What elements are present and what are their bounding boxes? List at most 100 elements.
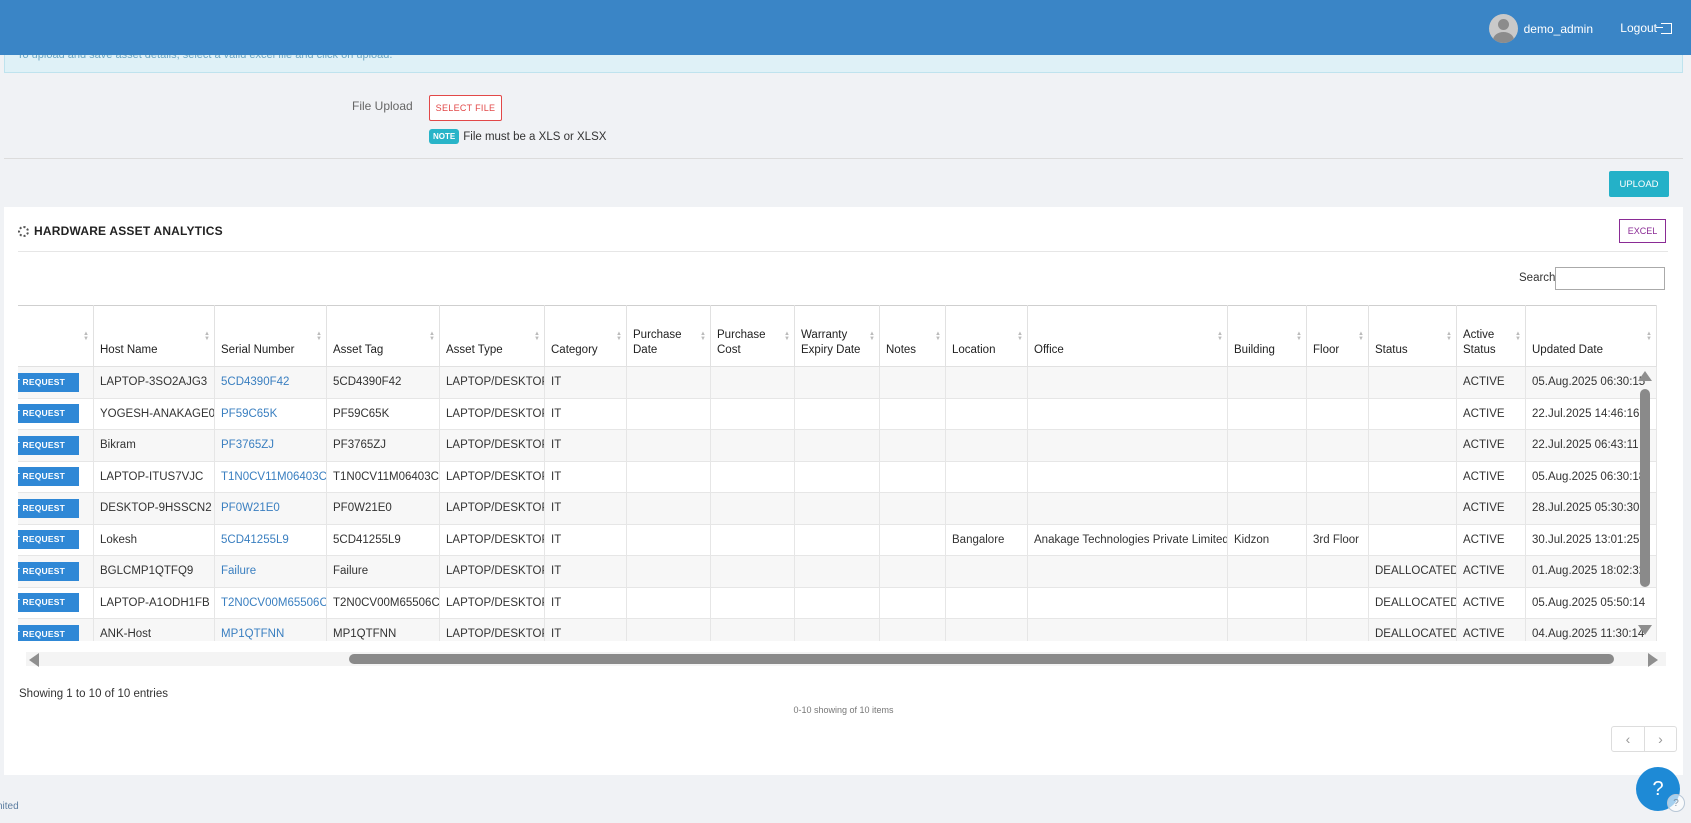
table-cell: 5CD41255L9 [326,523,440,556]
table-cell [1306,586,1369,619]
table-cell [1227,586,1307,619]
search-input[interactable] [1555,267,1665,290]
action-cell: NT REQUEST [18,586,94,619]
table-cell [710,492,795,525]
table-cell [794,555,880,588]
table-cell [1227,366,1307,399]
footer-text: nited [0,801,19,812]
sort-icon: ▲ ▼ [784,331,790,342]
hardware-asset-card: HARDWARE ASSET ANALYTICS EXCEL Search: ▲… [4,207,1683,775]
column-header[interactable]: Location ▲ ▼ [945,305,1028,367]
table-cell: LAPTOP-ITUS7VJC [93,460,215,493]
request-button[interactable]: NT REQUEST [18,498,79,518]
serial-number-link[interactable]: PF3765ZJ [214,429,327,462]
gear-icon [18,225,29,237]
column-header[interactable]: Host Name ▲ ▼ [93,305,215,367]
sort-icon: ▲ ▼ [1358,331,1364,342]
column-header[interactable]: Category ▲ ▼ [544,305,627,367]
action-cell: NT REQUEST [18,492,94,525]
table-cell: ACTIVE [1456,366,1526,399]
next-page-button[interactable]: › [1644,727,1676,751]
table-row: NT REQUESTBikramPF3765ZJPF3765ZJLAPTOP/D… [18,429,1657,462]
table-cell [626,397,711,430]
prev-page-button[interactable]: ‹ [1612,727,1644,751]
table-cell [1306,460,1369,493]
scroll-right-icon[interactable] [1648,653,1658,667]
table-cell [945,366,1028,399]
logout-button[interactable]: Logout [1620,21,1672,35]
table-cell: T2N0CV00M65506C [326,586,440,619]
scroll-down-icon[interactable] [1638,625,1652,635]
action-cell: NT REQUEST [18,366,94,399]
asset-table: ▲ ▼ Host Name ▲ ▼ Serial Number ▲ ▼ Asset Tag ▲ ▼ A… [18,305,1657,641]
logout-icon [1656,22,1672,34]
serial-number-link[interactable]: 5CD41255L9 [214,523,327,556]
sort-icon: ▲ ▼ [316,331,322,342]
column-header[interactable]: Purchase Date ▲ ▼ [626,305,711,367]
table-cell [1227,492,1307,525]
column-header[interactable]: Notes ▲ ▼ [879,305,946,367]
table-cell [945,586,1028,619]
table-cell: DESKTOP-9HSSCN2 [93,492,215,525]
request-button[interactable]: NT REQUEST [18,435,79,455]
request-button[interactable]: NT REQUEST [18,404,79,424]
serial-number-link[interactable]: PF0W21E0 [214,492,327,525]
upload-button[interactable]: UPLOAD [1609,171,1669,197]
table-cell [879,492,946,525]
column-header[interactable]: Asset Tag ▲ ▼ [326,305,440,367]
column-header[interactable]: Serial Number ▲ ▼ [214,305,327,367]
table-cell [945,492,1028,525]
column-header[interactable]: Updated Date ▲ ▼ [1525,305,1657,367]
column-header[interactable]: Floor ▲ ▼ [1306,305,1369,367]
column-header[interactable]: Warranty Expiry Date ▲ ▼ [794,305,880,367]
request-button[interactable]: NT REQUEST [18,593,79,613]
column-header[interactable]: Building ▲ ▼ [1227,305,1307,367]
serial-number-link[interactable]: T1N0CV11M06403C [214,460,327,493]
table-cell: LAPTOP/DESKTOP [439,618,545,641]
serial-number-link[interactable]: 5CD4390F42 [214,366,327,399]
column-header[interactable]: Asset Type ▲ ▼ [439,305,545,367]
serial-number-link[interactable]: PF59C65K [214,397,327,430]
column-header[interactable]: Purchase Cost ▲ ▼ [710,305,795,367]
table-cell [879,429,946,462]
table-cell [945,555,1028,588]
table-cell: LAPTOP/DESKTOP [439,429,545,462]
table-cell [1306,555,1369,588]
help-mini-icon[interactable]: ? [1667,794,1685,812]
request-button[interactable]: NT REQUEST [18,372,79,392]
column-header[interactable]: Active Status ▲ ▼ [1456,305,1526,367]
table-cell [1368,492,1457,525]
scroll-up-icon[interactable] [1638,371,1652,381]
table-cell: LAPTOP/DESKTOP [439,555,545,588]
table-cell [710,429,795,462]
serial-number-link[interactable]: MP1QTFNN [214,618,327,641]
vertical-scroll-thumb[interactable] [1640,389,1650,587]
excel-export-button[interactable]: EXCEL [1619,219,1666,243]
table-cell [626,586,711,619]
table-cell: LAPTOP/DESKTOP [439,586,545,619]
select-file-button[interactable]: SELECT FILE [429,95,502,121]
vertical-scrollbar[interactable] [1637,371,1652,639]
table-cell: IT [544,429,627,462]
serial-number-link[interactable]: Failure [214,555,327,588]
horizontal-scrollbar[interactable] [26,652,1666,667]
request-button[interactable]: NT REQUEST [18,561,79,581]
column-header[interactable]: ▲ ▼ [18,305,94,367]
user-menu[interactable]: demo_admin [1488,14,1593,43]
table-cell [1368,397,1457,430]
scroll-left-icon[interactable] [29,653,39,667]
table-cell: Bangalore [945,523,1028,556]
table-cell [794,460,880,493]
serial-number-link[interactable]: T2N0CV00M65506C [214,586,327,619]
request-button[interactable]: NT REQUEST [18,530,79,550]
column-header[interactable]: Office ▲ ▼ [1027,305,1228,367]
sort-icon: ▲ ▼ [935,331,941,342]
column-header[interactable]: Status ▲ ▼ [1368,305,1457,367]
table-row: NT REQUESTLokesh5CD41255L95CD41255L9LAPT… [18,523,1657,556]
request-button[interactable]: NT REQUEST [18,624,79,641]
horizontal-scroll-thumb[interactable] [349,654,1614,664]
sort-icon: ▲ ▼ [1296,331,1302,342]
table-cell: IT [544,492,627,525]
request-button[interactable]: NT REQUEST [18,467,79,487]
table-cell [710,366,795,399]
